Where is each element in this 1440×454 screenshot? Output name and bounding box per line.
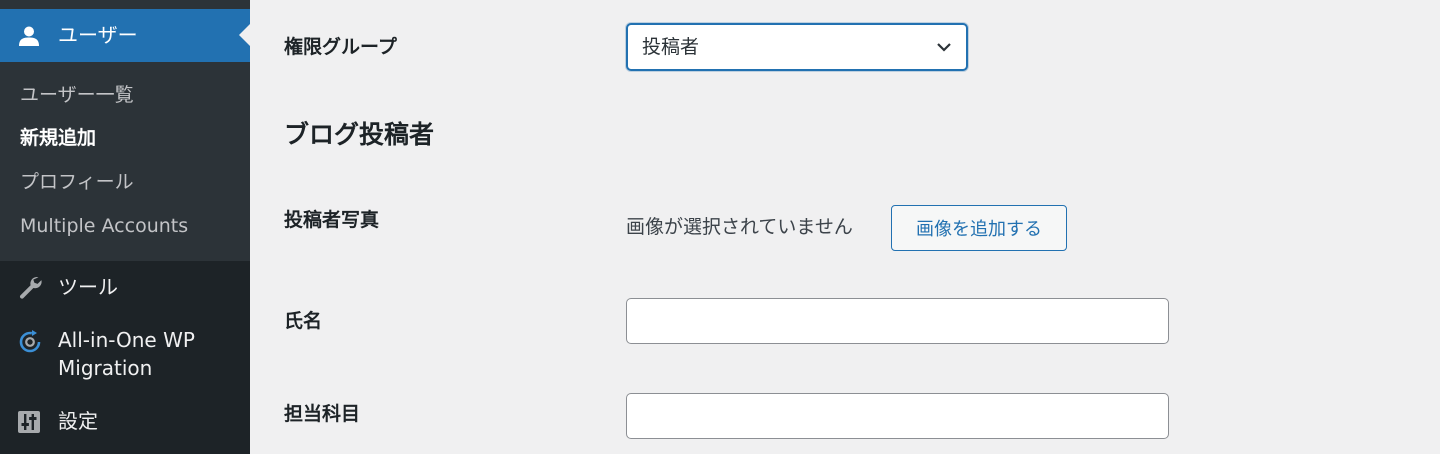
subject-label: 担当科目	[284, 403, 361, 425]
user-form: 権限グループ 投稿者 ブログ投稿者 投稿者写真 画像が選択されていません 画像を…	[250, 0, 1440, 454]
full-name-label: 氏名	[284, 310, 323, 332]
sidebar-item-tools[interactable]: ツール	[0, 261, 250, 313]
sidebar-item-users-label: ユーザー	[58, 23, 138, 47]
full-name-input[interactable]	[626, 298, 1169, 344]
role-group-label: 権限グループ	[284, 36, 397, 58]
sidebar-item-users[interactable]: ユーザー	[0, 9, 250, 62]
sidebar-item-migration-label-line1: All-in-One WP	[58, 328, 195, 352]
sidebar-item-settings[interactable]: 設定	[0, 398, 250, 454]
admin-sidebar: ユーザー ユーザー一覧 新規追加 プロフィール Multiple Account…	[0, 0, 250, 454]
submenu-item-add-new[interactable]: 新規追加	[20, 126, 96, 150]
sidebar-top-strip	[0, 0, 250, 9]
sidebar-item-settings-label: 設定	[58, 409, 98, 433]
chevron-down-icon	[937, 43, 951, 52]
users-submenu: ユーザー一覧 新規追加 プロフィール Multiple Accounts	[0, 62, 250, 261]
sidebar-item-all-in-one-wp-migration[interactable]: All-in-One WP Migration	[0, 313, 250, 398]
migration-icon	[19, 330, 41, 353]
submenu-item-multiple-accounts[interactable]: Multiple Accounts	[20, 214, 188, 238]
section-title: ブログ投稿者	[284, 120, 435, 149]
role-group-selected-value: 投稿者	[642, 36, 700, 58]
subject-input[interactable]	[626, 393, 1169, 439]
add-image-button[interactable]: 画像を追加する	[891, 205, 1067, 251]
sidebar-item-tools-label: ツール	[58, 275, 118, 299]
settings-sliders-icon	[18, 411, 40, 433]
no-image-selected-text: 画像が選択されていません	[626, 216, 853, 238]
submenu-item-user-list[interactable]: ユーザー一覧	[20, 83, 134, 107]
sidebar-item-migration-label-line2: Migration	[58, 356, 153, 380]
user-icon	[19, 26, 39, 46]
author-photo-label: 投稿者写真	[284, 209, 380, 231]
role-group-select[interactable]: 投稿者	[626, 23, 968, 71]
current-menu-arrow	[239, 24, 250, 46]
submenu-item-profile[interactable]: プロフィール	[20, 170, 134, 194]
wrench-icon	[20, 276, 42, 299]
